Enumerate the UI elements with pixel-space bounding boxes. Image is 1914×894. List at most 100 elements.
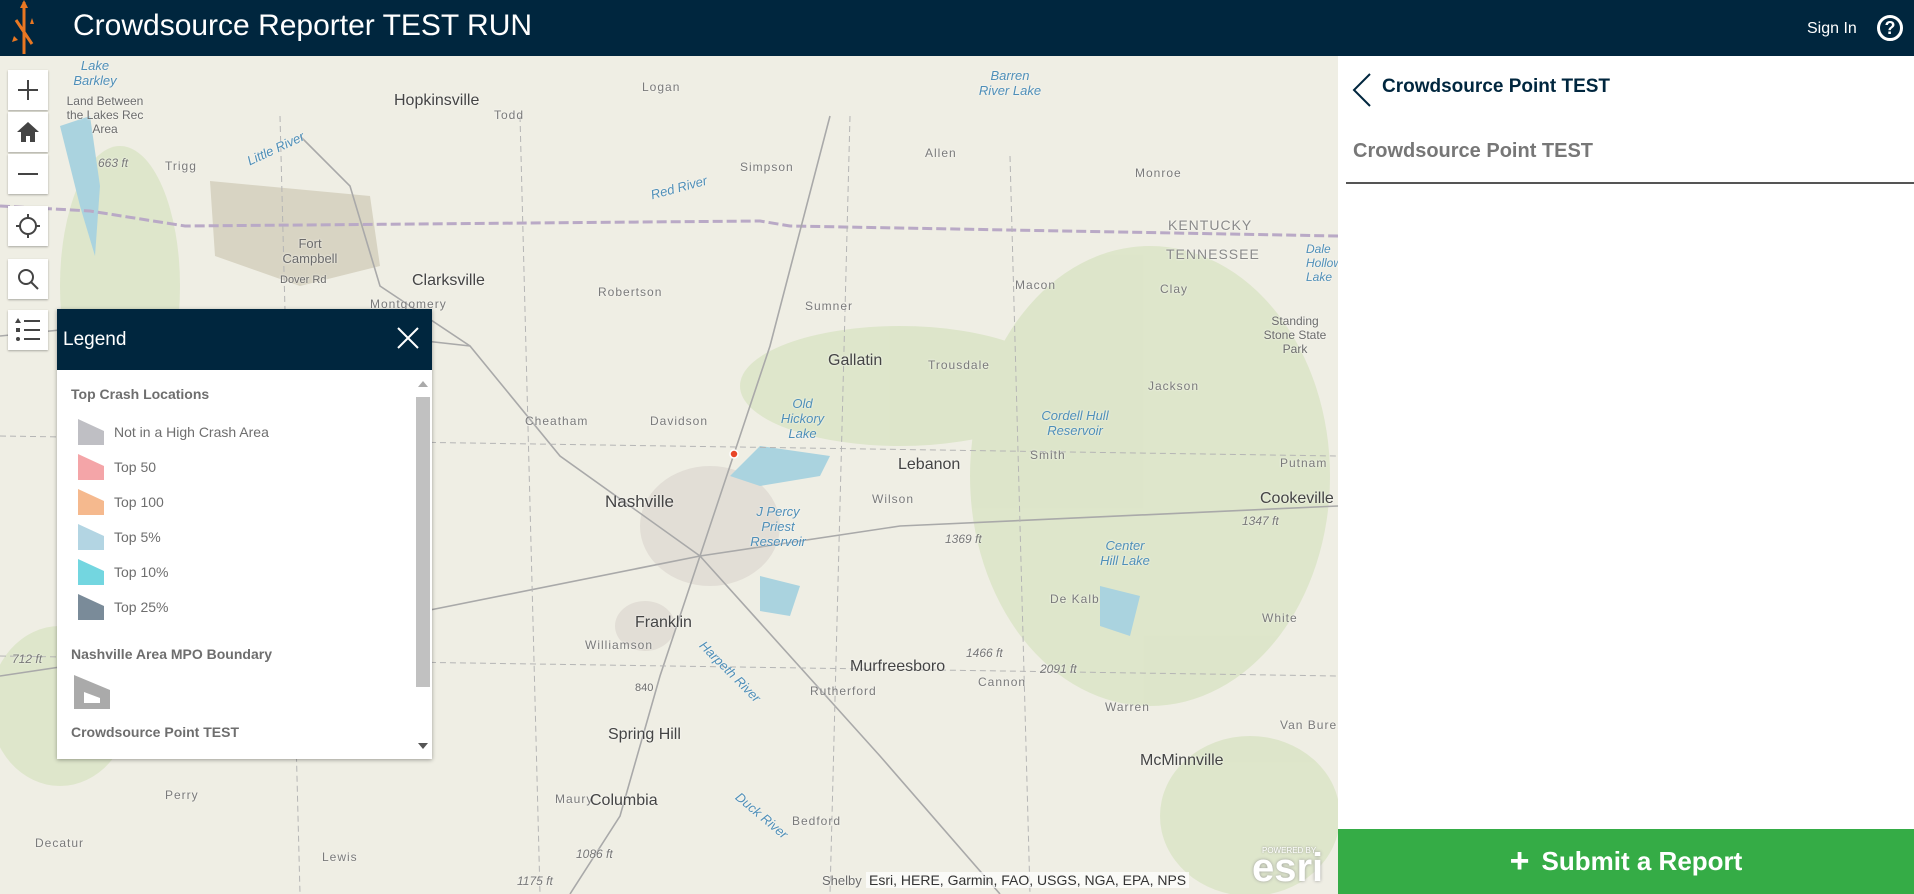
app-header: Crowdsource Reporter TEST RUN Sign In ? — [0, 0, 1914, 56]
map-label: Old Hickory Lake — [780, 396, 825, 441]
map-label: Murfreesboro — [850, 658, 946, 675]
map-label: Macon — [1015, 278, 1057, 292]
map-label: Hopkinsville — [394, 92, 480, 109]
map-label: Gallatin — [828, 352, 883, 369]
map-label: 663 ft — [98, 156, 129, 170]
report-point-marker — [729, 449, 739, 459]
legend-item: Top 25% — [71, 589, 412, 624]
map-label: TENNESSEE — [1166, 246, 1260, 262]
scrollbar-thumb[interactable] — [416, 397, 430, 687]
map-label: Todd — [494, 108, 525, 122]
map-label: Williamson — [585, 638, 654, 652]
map-label: Trigg — [165, 159, 197, 173]
legend-item: Top 10% — [71, 554, 412, 589]
mpo-boundary-swatch-icon — [74, 675, 110, 709]
map-label: Maury — [555, 792, 594, 806]
legend-section-title: Nashville Area MPO Boundary — [71, 646, 272, 662]
map-label: Bedford — [792, 814, 842, 828]
map-label: Cannon — [978, 675, 1027, 689]
help-icon[interactable]: ? — [1877, 15, 1903, 41]
sign-in-link[interactable]: Sign In — [1807, 20, 1857, 38]
map-label: 712 ft — [12, 652, 43, 666]
map-label: Cookeville — [1260, 490, 1334, 507]
map-label: Dover Rd — [280, 274, 327, 286]
map-label: Franklin — [635, 614, 692, 631]
map-label: Shelby — [822, 873, 862, 888]
minus-icon — [18, 173, 38, 175]
map-label: Fort Campbell — [282, 236, 338, 266]
legend-swatch-icon — [78, 593, 104, 620]
back-chevron-icon[interactable] — [1351, 72, 1373, 108]
legend-swatch-icon — [78, 418, 104, 445]
map-label: Logan — [642, 80, 681, 94]
map-label: Spring Hill — [608, 726, 681, 743]
legend-scrollbar[interactable] — [414, 375, 430, 755]
map-label: Decatur — [35, 836, 85, 850]
map-label: Robertson — [598, 285, 663, 299]
map-label: Monroe — [1135, 166, 1182, 180]
map-label: Clarksville — [412, 272, 485, 289]
map-label: Cordell Hull Reservoir — [1041, 408, 1109, 438]
map-label: Dale Hollow Lake — [1306, 242, 1338, 284]
submit-report-label: Submit a Report — [1541, 846, 1743, 876]
map-label: 1175 ft — [517, 874, 553, 888]
legend-content: Top Crash Locations Not in a High Crash … — [57, 370, 412, 759]
zoom-in-button[interactable] — [8, 70, 48, 110]
map-label: 1347 ft — [1242, 514, 1279, 528]
map-label: Simpson — [740, 160, 794, 174]
legend-swatch-icon — [78, 488, 104, 515]
map-attribution: Esri, HERE, Garmin, FAO, USGS, NGA, EPA,… — [866, 872, 1190, 888]
legend-section-title: Top Crash Locations — [71, 386, 210, 402]
panel-title: Crowdsource Point TEST — [1382, 76, 1611, 97]
map-label: Standing Stone State Park — [1263, 314, 1327, 356]
home-button[interactable] — [8, 112, 48, 152]
map-label: De Kalb — [1050, 592, 1100, 606]
legend-button[interactable] — [8, 310, 48, 350]
close-icon[interactable] — [396, 326, 420, 350]
map-label: 1466 ft — [966, 646, 1003, 660]
app-logo-icon — [12, 0, 34, 54]
legend-item-label: Top 25% — [114, 598, 169, 615]
locate-button[interactable] — [8, 206, 48, 246]
map-label: Lewis — [322, 850, 358, 864]
map-label: Nashville — [605, 492, 674, 511]
map-label: 1086 ft — [576, 847, 613, 861]
map-label: Lebanon — [898, 456, 961, 473]
map-label: Land Between the Lakes Rec Area — [66, 94, 144, 136]
scroll-up-icon[interactable] — [418, 381, 428, 387]
map-label: Davidson — [650, 414, 709, 428]
details-panel: Crowdsource Point TEST Crowdsource Point… — [1338, 56, 1914, 894]
map-label: Trousdale — [928, 358, 990, 372]
map-label: 2091 ft — [1040, 662, 1077, 676]
legend-section-title: Crowdsource Point TEST — [71, 724, 240, 740]
map-label: Wilson — [872, 492, 915, 506]
scroll-down-icon[interactable] — [418, 743, 428, 749]
map-label: Lake Barkley — [73, 58, 117, 88]
zoom-out-button[interactable] — [8, 154, 48, 194]
locate-icon — [16, 214, 40, 238]
search-button[interactable] — [8, 259, 48, 299]
legend-item: Top 50 — [71, 449, 412, 484]
map-label: KENTUCKY — [1168, 217, 1253, 233]
map-label: McMinnville — [1140, 752, 1224, 769]
legend-item: Not in a High Crash Area — [71, 414, 412, 449]
map-label: Barren River Lake — [978, 68, 1042, 98]
submit-report-button[interactable]: + Submit a Report — [1338, 829, 1914, 894]
map-label: Columbia — [590, 792, 658, 809]
legend-item: Top 5% — [71, 519, 412, 554]
map-label: White — [1262, 611, 1298, 625]
divider — [1346, 182, 1914, 184]
map-label: Allen — [925, 146, 957, 160]
map-label: Van Buren — [1280, 718, 1338, 732]
map-label: Clay — [1160, 282, 1189, 296]
legend-item-label: Top 100 — [114, 493, 164, 510]
app-title: Crowdsource Reporter TEST RUN — [73, 9, 533, 42]
map-label: Jackson — [1148, 379, 1200, 393]
legend-header: Legend — [57, 309, 432, 370]
map-label: Putnam — [1280, 456, 1328, 470]
legend-panel: Legend Top Crash Locations Not in a High… — [57, 309, 432, 759]
map-label: Cheatham — [525, 414, 589, 428]
map-label: Warren — [1105, 700, 1150, 714]
legend-swatch-icon — [78, 523, 104, 550]
map-label: 840 — [635, 682, 654, 694]
